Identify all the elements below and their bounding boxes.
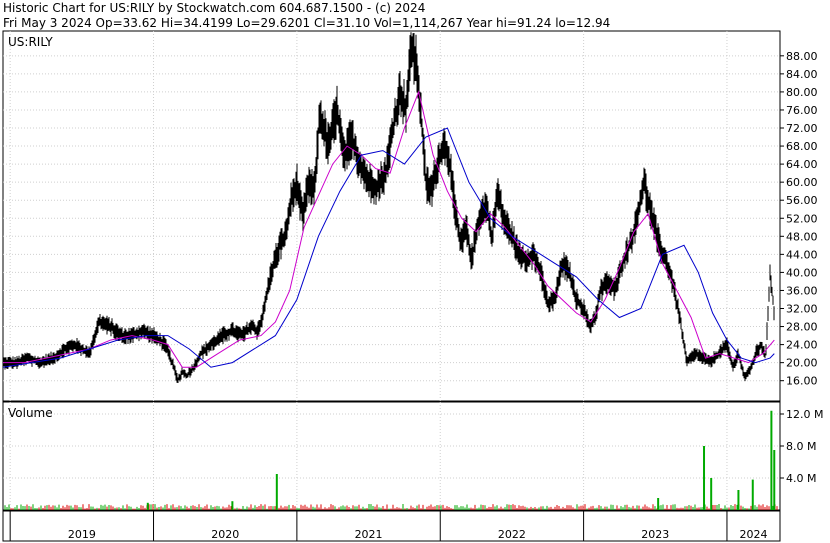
price-tick-label: 44.00 xyxy=(786,248,818,261)
year-label: 2019 xyxy=(68,528,96,541)
price-tick-label: 68.00 xyxy=(786,140,818,153)
year-label: 2023 xyxy=(641,528,669,541)
price-tick-label: 88.00 xyxy=(786,50,818,63)
price-tick-label: 64.00 xyxy=(786,158,818,171)
price-tick-label: 76.00 xyxy=(786,104,818,117)
volume-tick-label: 12.0 M xyxy=(786,408,823,421)
price-tick-label: 48.00 xyxy=(786,230,818,243)
price-tick-label: 72.00 xyxy=(786,122,818,135)
volume-panel xyxy=(2,401,781,511)
price-tick-label: 16.00 xyxy=(786,375,818,388)
price-tick-label: 84.00 xyxy=(786,68,818,81)
price-tick-label: 28.00 xyxy=(786,321,818,334)
price-tick-label: 36.00 xyxy=(786,284,818,297)
price-panel xyxy=(2,30,781,402)
volume-tick-label: 8.0 M xyxy=(786,440,816,453)
price-tick-label: 24.00 xyxy=(786,339,818,352)
volume-panel-label: Volume xyxy=(8,406,53,420)
chart-header-line1: Historic Chart for US:RILY by Stockwatch… xyxy=(3,1,425,15)
price-panel-label: US:RILY xyxy=(8,35,53,49)
year-label: 2022 xyxy=(498,528,526,541)
price-tick-label: 40.00 xyxy=(786,266,818,279)
price-tick-label: 56.00 xyxy=(786,194,818,207)
volume-tick-label: 4.0 M xyxy=(786,472,816,485)
year-label: 2021 xyxy=(355,528,383,541)
year-label: 2024 xyxy=(739,528,767,541)
chart-header-line2: Fri May 3 2024 Op=33.62 Hi=34.4199 Lo=29… xyxy=(3,16,610,30)
price-tick-label: 80.00 xyxy=(786,86,818,99)
price-tick-label: 60.00 xyxy=(786,176,818,189)
price-tick-label: 52.00 xyxy=(786,212,818,225)
stock-chart: Historic Chart for US:RILY by Stockwatch… xyxy=(2,1,823,542)
price-tick-label: 20.00 xyxy=(786,357,818,370)
volume-axis: 4.0 M 8.0 M 12.0 M xyxy=(780,408,823,485)
price-axis: 16.00 20.00 24.00 28.00 32.00 36.00 40.00 44.00… xyxy=(780,50,818,388)
year-label: 2020 xyxy=(211,528,239,541)
price-tick-label: 32.00 xyxy=(786,303,818,316)
